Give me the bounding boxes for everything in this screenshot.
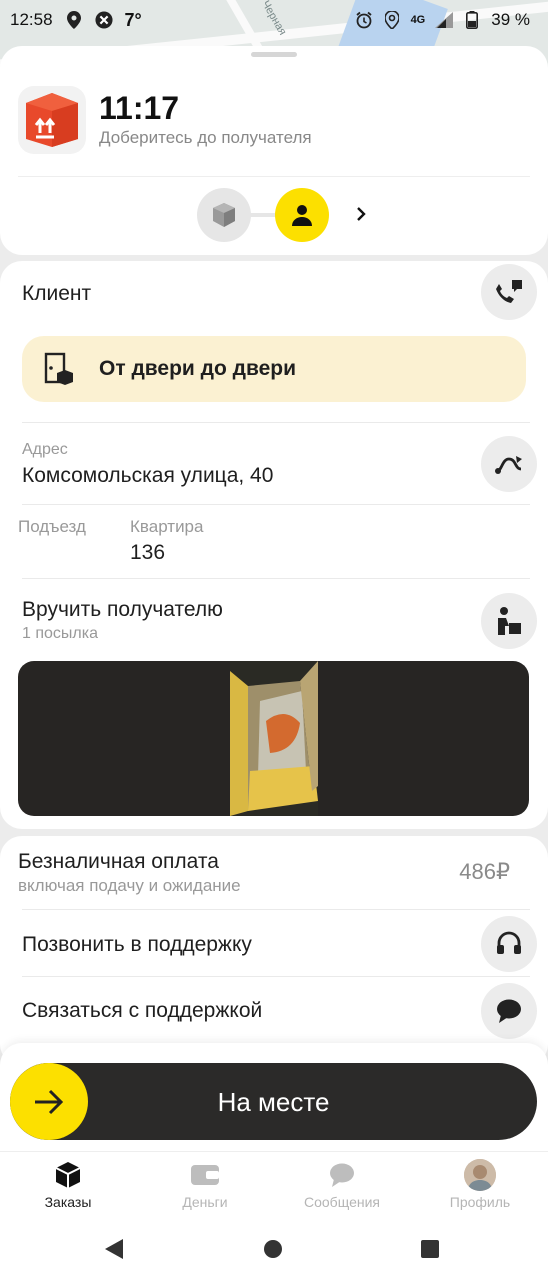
status-time: 12:58	[10, 10, 53, 29]
action-panel: На месте	[0, 1043, 548, 1151]
handover-subtitle: 1 посылка	[22, 625, 98, 642]
route-button[interactable]	[481, 436, 537, 492]
client-title: Клиент	[22, 282, 92, 305]
call-support-button[interactable]	[481, 916, 537, 972]
phone-chat-icon	[496, 280, 522, 303]
alarm-icon	[355, 11, 373, 29]
location-icon	[383, 11, 401, 29]
network-type: 4G	[410, 14, 426, 26]
entrance-label: Подъезд	[18, 517, 86, 536]
tab-money[interactable]: Деньги	[145, 1160, 265, 1210]
order-price: 486₽	[459, 859, 510, 884]
bottom-tab-bar: Заказы Деньги Сообщения Профиль	[0, 1151, 548, 1217]
door-parcel-icon	[44, 352, 76, 386]
eta-subtitle: Доберитесь до получателя	[99, 128, 312, 147]
divider	[22, 909, 530, 910]
address-value: Комсомольская улица, 40	[22, 464, 274, 487]
parcel-photo-image	[230, 661, 318, 816]
chat-icon	[282, 1160, 402, 1190]
divider	[22, 422, 530, 423]
chat-bubble-icon	[497, 999, 521, 1023]
tab-label: Профиль	[449, 1194, 511, 1210]
battery-icon	[463, 11, 481, 29]
tab-label: Сообщения	[304, 1194, 380, 1210]
divider	[18, 176, 530, 177]
chevron-right-icon[interactable]	[349, 202, 373, 226]
divider	[22, 976, 530, 977]
parcel-box-icon	[18, 86, 86, 154]
eta-time: 11:17	[99, 90, 180, 126]
location-pin-icon	[65, 11, 83, 29]
status-temperature: 7°	[124, 9, 142, 30]
flat-value: 136	[130, 541, 166, 564]
avatar	[464, 1159, 496, 1191]
divider	[22, 578, 530, 579]
handover-title: Вручить получателю	[22, 598, 223, 621]
delivery-type-label: От двери до двери	[99, 357, 297, 380]
order-header-card: 11:17 Доберитесь до получателя	[0, 46, 548, 255]
parcel-photo[interactable]	[18, 661, 529, 816]
tab-profile[interactable]: Профиль	[420, 1159, 540, 1210]
recents-icon[interactable]	[416, 1235, 444, 1263]
payment-title: Безналичная оплата	[18, 850, 219, 873]
pickup-step-icon[interactable]	[197, 188, 251, 242]
headset-icon	[497, 931, 521, 954]
flat-label: Квартира	[130, 517, 204, 536]
chat-support-button[interactable]	[481, 983, 537, 1039]
handover-button[interactable]	[481, 593, 537, 649]
route-icon	[495, 456, 522, 474]
handover-parcel-icon	[498, 607, 521, 635]
tab-messages[interactable]: Сообщения	[282, 1160, 402, 1210]
arrived-slide-button[interactable]: На месте	[10, 1063, 537, 1140]
back-icon[interactable]	[100, 1235, 128, 1263]
call-client-button[interactable]	[481, 264, 537, 320]
box-icon	[8, 1160, 128, 1190]
payment-support-card: Безналичная оплата включая подачу и ожид…	[0, 836, 548, 1066]
route-stepper	[197, 188, 377, 242]
system-nav-bar	[0, 1217, 548, 1280]
tab-orders[interactable]: Заказы	[8, 1160, 128, 1210]
status-bar: 12:58 7° 4G 39 %	[0, 0, 548, 40]
client-card: Клиент От двери до двери Адрес Комсомоль…	[0, 261, 548, 829]
signal-icon	[435, 11, 454, 29]
tab-label: Заказы	[44, 1194, 92, 1210]
call-support-label[interactable]: Позвонить в поддержку	[22, 933, 252, 957]
recipient-step-icon[interactable]	[275, 188, 329, 242]
payment-subtitle: включая подачу и ожидание	[18, 876, 241, 895]
divider	[22, 504, 530, 505]
arrived-label: На месте	[217, 1087, 330, 1117]
wallet-icon	[145, 1160, 265, 1190]
app-notification-icon	[94, 11, 113, 29]
sheet-drag-handle[interactable]	[251, 52, 297, 57]
delivery-type-banner: От двери до двери	[22, 336, 526, 402]
tab-label: Деньги	[182, 1194, 228, 1210]
home-icon[interactable]	[259, 1235, 287, 1263]
battery-percent: 39 %	[491, 10, 530, 29]
contact-support-label[interactable]: Связаться с поддержкой	[22, 999, 262, 1023]
address-label: Адрес	[22, 441, 68, 458]
